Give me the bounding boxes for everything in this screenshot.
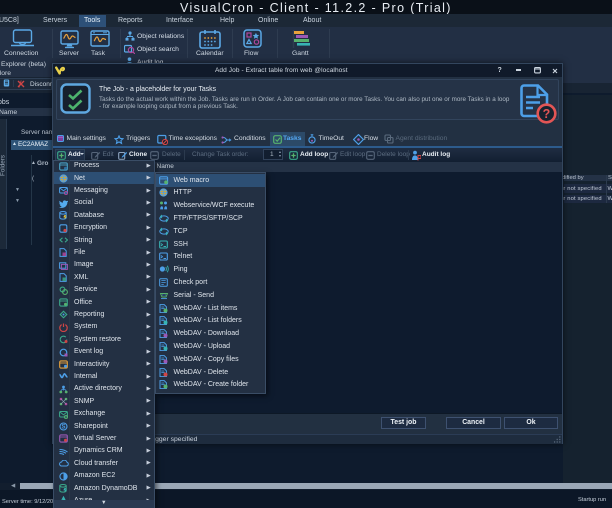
svg-text:?: ? [543, 107, 551, 121]
svg-text:S: S [61, 424, 65, 430]
